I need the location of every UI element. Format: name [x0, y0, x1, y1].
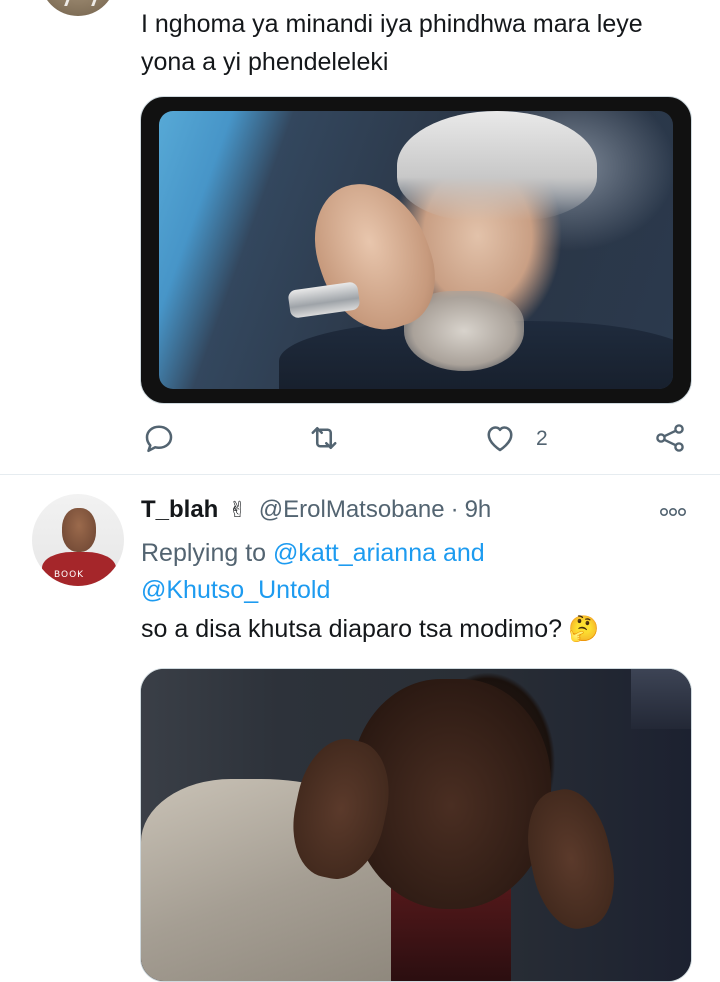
replying-joiner: and [436, 539, 485, 567]
display-name[interactable]: T_blah [141, 496, 218, 523]
separator-dot: · [450, 496, 459, 523]
mention-link[interactable]: @katt_arianna [273, 539, 436, 567]
avatar-shirt [42, 552, 116, 586]
thinking-face-emoji: 🤔 [568, 615, 600, 643]
avatar-head [62, 508, 96, 552]
avatar-shirt-text: BOOK [54, 570, 85, 580]
more-icon[interactable] [656, 500, 690, 524]
tweet-divider [0, 474, 720, 475]
tweet-image[interactable] [140, 668, 692, 982]
victory-hand-emoji: ✌ [228, 497, 247, 522]
avatar-logo [64, 0, 98, 6]
reply-icon[interactable] [141, 420, 177, 456]
photo-background-panel [631, 669, 691, 729]
tweet-body: so a disa khutsa diaparo tsa modimo? [141, 615, 563, 643]
tweet-text: so a disa khutsa diaparo tsa modimo? 🤔 [141, 610, 701, 648]
photo-man-hand-on-face [159, 111, 673, 389]
photo-hair [397, 111, 597, 221]
replying-prefix: Replying to [141, 539, 274, 567]
tweet-image[interactable] [140, 96, 692, 404]
like-icon[interactable] [482, 420, 518, 456]
share-icon[interactable] [652, 420, 688, 456]
tweet-header: T_blah ✌ @ErolMatsobane · 9h [141, 496, 491, 530]
avatar[interactable] [40, 0, 116, 16]
like-count: 2 [536, 427, 548, 450]
photo-man-hands-raised [141, 669, 691, 981]
replying-to: Replying to @katt_arianna and @Khutso_Un… [141, 535, 701, 609]
mention-link[interactable]: @Khutso_Untold [141, 576, 330, 604]
retweet-icon[interactable] [306, 420, 342, 456]
tweet-actions [0, 420, 720, 456]
avatar[interactable]: BOOK [32, 494, 124, 586]
tweet-text: I nghoma ya minandi iya phindhwa mara le… [141, 10, 643, 76]
tweet-time[interactable]: 9h [465, 496, 492, 523]
user-handle[interactable]: @ErolMatsobane [259, 496, 445, 523]
